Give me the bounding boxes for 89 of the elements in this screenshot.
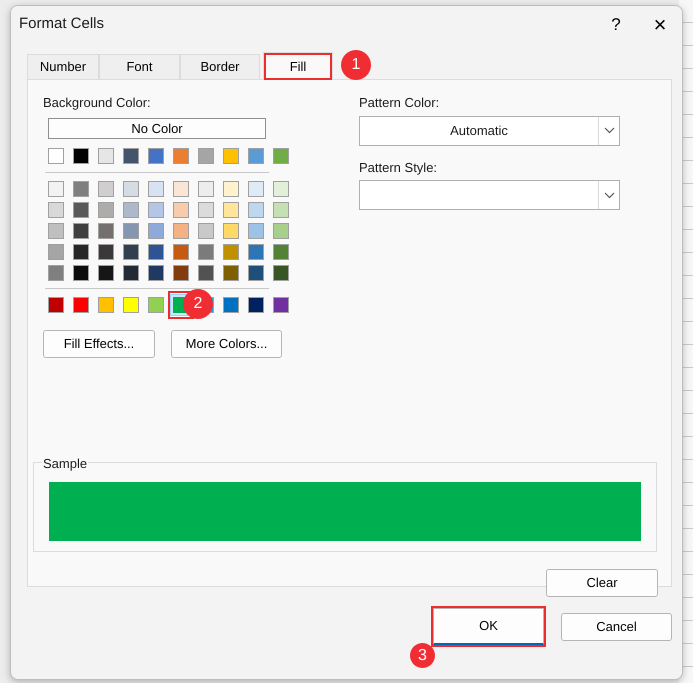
color-swatch[interactable] <box>223 222 239 238</box>
color-swatch[interactable] <box>98 264 114 280</box>
color-swatch[interactable] <box>273 202 289 218</box>
color-swatch[interactable] <box>273 296 289 312</box>
color-swatch[interactable] <box>98 180 114 196</box>
color-swatch[interactable] <box>273 148 289 164</box>
color-swatch[interactable] <box>73 264 89 280</box>
color-swatch[interactable] <box>148 264 164 280</box>
dropdown[interactable] <box>359 180 620 210</box>
color-swatch[interactable] <box>273 264 289 280</box>
no-color-button[interactable]: No Color <box>48 118 266 138</box>
color-swatch[interactable] <box>223 244 239 260</box>
color-swatch[interactable] <box>98 222 114 238</box>
color-swatch[interactable] <box>198 180 214 196</box>
color-swatch[interactable] <box>198 148 214 164</box>
help-button[interactable]: ? <box>594 8 638 42</box>
field-label: Pattern Color: <box>359 94 440 112</box>
color-swatch[interactable] <box>223 180 239 196</box>
color-swatch[interactable] <box>48 180 64 196</box>
more-colors-button[interactable]: More Colors... <box>171 330 282 358</box>
color-swatch[interactable] <box>173 202 189 218</box>
color-swatch[interactable] <box>73 180 89 196</box>
chevron-down-icon <box>604 127 614 134</box>
color-swatch[interactable] <box>148 148 164 164</box>
color-swatch[interactable] <box>173 148 189 164</box>
color-swatch[interactable] <box>198 244 214 260</box>
dropdown-value: Automatic <box>450 122 508 140</box>
color-swatch[interactable] <box>273 180 289 196</box>
color-swatch[interactable] <box>48 264 64 280</box>
window-title: Format Cells <box>19 14 106 34</box>
color-swatch[interactable] <box>123 148 139 164</box>
color-swatch[interactable] <box>173 264 189 280</box>
color-swatch[interactable] <box>248 180 264 196</box>
color-swatch[interactable] <box>73 244 89 260</box>
color-swatch[interactable] <box>248 202 264 218</box>
color-swatch[interactable] <box>48 296 64 312</box>
color-swatch[interactable] <box>223 148 239 164</box>
chevron-down-icon <box>604 192 614 198</box>
color-swatch[interactable] <box>198 222 214 238</box>
close-button[interactable]: × <box>638 8 682 42</box>
color-swatch[interactable] <box>73 222 89 238</box>
color-swatch[interactable] <box>248 148 264 164</box>
color-swatch[interactable] <box>273 222 289 238</box>
color-swatch[interactable] <box>48 202 64 218</box>
color-swatch[interactable] <box>123 180 139 196</box>
color-swatch[interactable] <box>148 244 164 260</box>
color-swatch[interactable] <box>123 222 139 238</box>
color-swatch[interactable] <box>123 296 139 312</box>
color-swatch[interactable] <box>173 244 189 260</box>
color-swatch[interactable] <box>98 148 114 164</box>
color-swatch[interactable] <box>248 296 264 312</box>
tab[interactable]: Border <box>180 54 260 79</box>
color-swatch[interactable] <box>223 296 239 312</box>
color-swatch[interactable] <box>148 202 164 218</box>
color-swatch[interactable] <box>173 180 189 196</box>
tab[interactable]: Fill <box>263 52 333 80</box>
clear-button[interactable]: Clear <box>546 568 658 596</box>
color-swatch[interactable] <box>248 222 264 238</box>
tab[interactable]: Number <box>27 54 99 79</box>
ok-button[interactable]: OK <box>433 608 544 645</box>
color-swatch[interactable] <box>98 244 114 260</box>
color-swatch[interactable] <box>148 180 164 196</box>
color-swatch[interactable] <box>123 244 139 260</box>
color-swatch[interactable] <box>198 202 214 218</box>
color-swatch[interactable] <box>48 148 64 164</box>
color-swatch[interactable] <box>148 222 164 238</box>
field-label: Background Color: <box>43 94 152 112</box>
dropdown[interactable]: Automatic <box>359 116 620 146</box>
color-swatch[interactable] <box>248 264 264 280</box>
color-swatch[interactable] <box>123 264 139 280</box>
color-swatch[interactable] <box>198 264 214 280</box>
color-swatch[interactable] <box>123 202 139 218</box>
color-swatch[interactable] <box>273 244 289 260</box>
field-label: Pattern Style: <box>359 158 438 177</box>
color-swatch[interactable] <box>223 202 239 218</box>
color-swatch[interactable] <box>73 202 89 218</box>
color-swatch[interactable] <box>173 222 189 238</box>
color-swatch[interactable] <box>48 244 64 260</box>
color-swatch[interactable] <box>148 296 164 312</box>
color-swatch[interactable] <box>248 244 264 260</box>
color-swatch[interactable] <box>73 148 89 164</box>
color-swatch[interactable] <box>98 296 114 312</box>
fill-effects-button[interactable]: Fill Effects... <box>43 330 155 358</box>
color-swatch[interactable] <box>73 296 89 312</box>
color-swatch[interactable] <box>98 202 114 218</box>
tab[interactable]: Font <box>99 54 180 79</box>
cancel-button[interactable]: Cancel <box>561 612 672 640</box>
color-swatch[interactable] <box>223 264 239 280</box>
color-swatch[interactable] <box>48 222 64 238</box>
